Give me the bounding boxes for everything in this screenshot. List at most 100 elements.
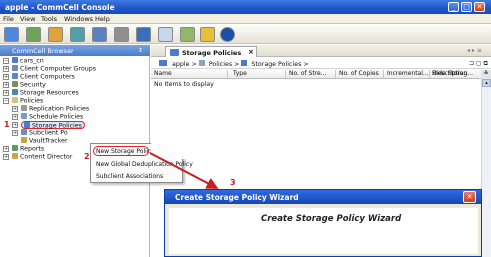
expand-icon[interactable]: +: [12, 130, 18, 136]
commcell-browser-title: CommCell Browser: [12, 47, 74, 55]
policies-icon: [12, 97, 18, 103]
wizard-body: Create Storage Policy Wizard: [169, 208, 478, 254]
tab-storage-policies[interactable]: Storage Policies ×: [165, 46, 257, 57]
wizard-close-button[interactable]: ✕: [463, 191, 476, 203]
step-1-label: 1: [4, 120, 10, 129]
menu-file[interactable]: File: [3, 15, 14, 23]
collapse-icon[interactable]: −: [3, 58, 9, 64]
scheduler-icon[interactable]: [180, 27, 195, 42]
expand-icon[interactable]: +: [3, 82, 9, 88]
wizard-heading: Create Storage Policy Wizard: [261, 214, 402, 224]
menu-windows[interactable]: Windows: [64, 15, 93, 23]
pane-controls-icon[interactable]: ⊐ ▢ ⧉: [469, 60, 488, 68]
help-icon[interactable]: [220, 27, 235, 42]
menu-tools[interactable]: Tools: [41, 15, 57, 23]
menu-item-new-storage-policy[interactable]: New Storage Policy: [96, 148, 154, 155]
column-incremental[interactable]: Incremental...: [387, 70, 429, 77]
folder-icon: [198, 60, 205, 66]
expand-icon[interactable]: +: [3, 90, 9, 96]
storage-resources-icon: [12, 89, 18, 95]
expand-icon[interactable]: +: [3, 154, 9, 160]
tree-item-subclient-policies[interactable]: Subclient Po: [21, 129, 68, 137]
tab-bar: Storage Policies × ◂ ▸ ≡: [151, 45, 491, 57]
breadcrumb-policies[interactable]: Policies: [209, 61, 232, 68]
expand-icon[interactable]: +: [3, 146, 9, 152]
commcell-icon: [12, 57, 18, 63]
tree-item-vaulttracker[interactable]: VaultTracker: [21, 137, 68, 145]
expand-icon[interactable]: +: [12, 122, 18, 128]
tab-scroll-icon[interactable]: ◂ ▸ ≡: [467, 47, 482, 54]
reports-icon[interactable]: [48, 27, 63, 42]
vaulttracker-icon: [21, 137, 27, 143]
column-streams[interactable]: No. of Stre...: [289, 70, 326, 77]
column-chooser-icon[interactable]: ≚: [481, 70, 491, 79]
collapse-icon[interactable]: −: [3, 98, 9, 104]
event-viewer-icon[interactable]: [92, 27, 107, 42]
chevron-right-icon: >: [191, 61, 199, 68]
expand-icon[interactable]: +: [3, 66, 9, 72]
subclient-policy-icon: [21, 129, 27, 135]
minimize-button[interactable]: _: [448, 2, 459, 12]
control-panel-icon[interactable]: [26, 27, 41, 42]
tree-item-replication-policies[interactable]: Replication Policies: [21, 105, 89, 113]
maximize-button[interactable]: □: [461, 2, 472, 12]
job-controller-icon[interactable]: [70, 27, 85, 42]
commcell-icon: [159, 60, 167, 66]
wizard-title: Create Storage Policy Wizard: [175, 193, 299, 202]
column-name[interactable]: Name: [154, 70, 172, 77]
menu-view[interactable]: View: [20, 15, 35, 23]
group-icon: [12, 65, 18, 71]
column-copies[interactable]: No. of Copies: [339, 70, 379, 77]
replication-icon: [21, 105, 27, 111]
tree-item-client-groups[interactable]: Client Computer Groups: [12, 65, 96, 73]
tree-item-client-computers[interactable]: Client Computers: [12, 73, 75, 81]
tree-item-schedule-policies[interactable]: Schedule Policies: [21, 113, 83, 121]
close-window-button[interactable]: ✕: [474, 2, 485, 12]
storage-policy-tab-icon: [170, 49, 179, 56]
menu-item-subclient-associations[interactable]: Subclient Associations: [96, 173, 163, 180]
breadcrumb-storage-policies[interactable]: Storage Policies: [251, 61, 301, 68]
scroll-up-icon[interactable]: ▴: [482, 79, 491, 87]
vertical-scrollbar[interactable]: ▴: [481, 79, 491, 257]
commcell-browser-icon[interactable]: [4, 27, 19, 42]
storage-icon[interactable]: [136, 27, 151, 42]
column-type[interactable]: Type: [233, 70, 247, 77]
dropdown-tool-icon[interactable]: [158, 27, 173, 42]
tree-item-storage-policies[interactable]: Storage Policies: [21, 121, 85, 130]
content-director-icon: [12, 153, 18, 159]
tree-item-storage-resources[interactable]: Storage Resources: [12, 89, 79, 97]
menu-help[interactable]: Help: [95, 15, 110, 23]
tree-item-policies[interactable]: Policies: [12, 97, 43, 105]
expand-icon[interactable]: +: [12, 106, 18, 112]
toolbar: [0, 25, 491, 44]
window-title-bar: apple - CommCell Console: [0, 0, 491, 14]
window-title: apple - CommCell Console: [5, 3, 115, 12]
library-icon[interactable]: [200, 27, 215, 42]
tab-close-icon[interactable]: ×: [248, 48, 254, 56]
tree-item-security[interactable]: Security: [12, 81, 46, 89]
column-hide-storage[interactable]: Hide Storag...: [432, 70, 473, 77]
tree-item-reports[interactable]: Reports: [12, 145, 44, 153]
tree-root[interactable]: cars_cn: [12, 57, 44, 65]
expand-icon[interactable]: +: [12, 114, 18, 120]
storage-policy-icon: [241, 60, 248, 66]
pin-icon[interactable]: ↕: [138, 47, 143, 54]
table-body: No Items to display: [151, 79, 481, 159]
reports-tree-icon: [12, 145, 18, 151]
menu-item-new-global-dedup-policy[interactable]: New Global Deduplication Policy: [96, 161, 193, 168]
schedule-icon: [21, 113, 27, 119]
menu-bar: File View Tools Windows Help: [0, 14, 491, 24]
commcell-browser-header: CommCell Browser ↕: [0, 45, 150, 56]
wizard-title-bar: Create Storage Policy Wizard: [165, 190, 481, 204]
chevron-right-icon: >: [303, 61, 309, 68]
breadcrumb-apple[interactable]: apple: [172, 61, 189, 68]
alerts-icon[interactable]: [114, 27, 129, 42]
step-3-label: 3: [230, 178, 236, 187]
create-storage-policy-wizard: Create Storage Policy Wizard ✕ Create St…: [164, 189, 482, 257]
tree-item-content-director[interactable]: Content Director: [12, 153, 72, 161]
step-2-label: 2: [84, 152, 90, 161]
expand-icon[interactable]: +: [3, 74, 9, 80]
chevron-right-icon: >: [234, 61, 242, 68]
empty-message: No Items to display: [154, 81, 214, 88]
computer-icon: [12, 73, 18, 79]
